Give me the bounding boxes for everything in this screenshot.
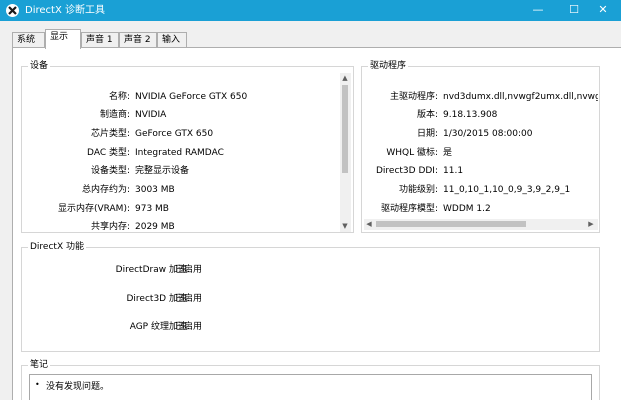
driver-row: 主驱动程序: nvd3dumx.dll,nvwgf2umx.dll,nvwgf2… xyxy=(364,90,598,104)
driver-row: 版本: 9.18.13.908 xyxy=(364,108,598,122)
agp-value: 已启用 xyxy=(175,322,203,332)
notes-legend: 笔记 xyxy=(28,359,51,371)
feature-level-label: 功能级别: xyxy=(398,185,438,195)
title-bar: DirectX 诊断工具 — ☐ ✕ xyxy=(0,0,621,21)
notes-group: 笔记 • 没有发现问题。 xyxy=(21,359,600,400)
vram-value: 973 MB xyxy=(135,204,169,214)
device-info-list[interactable]: 名称: NVIDIA GeForce GTX 650 制造商: NVIDIA 芯… xyxy=(28,73,338,232)
device-vertical-scrollbar[interactable]: ▲ ▼ xyxy=(340,73,351,232)
scroll-down-arrow-icon[interactable]: ▼ xyxy=(340,222,350,230)
vram-label: 显示内存(VRAM): xyxy=(57,204,130,214)
feature-level-value: 11_0,10_1,10_0,9_3,9_2,9_1 xyxy=(443,185,571,195)
dac-type-value: Integrated RAMDAC xyxy=(135,148,224,158)
directx-features-group: DirectX 功能 DirectDraw 加速: 已启用 Direct3D 加… xyxy=(21,241,601,352)
tab-input[interactable]: 输入 xyxy=(157,32,187,48)
window-title: DirectX 诊断工具 xyxy=(25,5,105,16)
scroll-right-arrow-icon[interactable]: ▶ xyxy=(586,220,596,228)
whql-label: WHQL 徽标: xyxy=(386,148,438,158)
driver-model-label: 驱动程序模型: xyxy=(380,204,438,214)
device-row: 芯片类型: GeForce GTX 650 xyxy=(28,127,338,141)
driver-horizontal-scrollbar[interactable]: ◀ ▶ xyxy=(364,219,598,230)
main-driver-value: nvd3dumx.dll,nvwgf2umx.dll,nvwgf2u xyxy=(443,92,598,102)
device-group-legend: 设备 xyxy=(28,60,51,72)
device-row: 设备类型: 完整显示设备 xyxy=(28,164,338,178)
device-row: DAC 类型: Integrated RAMDAC xyxy=(28,146,338,160)
driver-row: Direct3D DDI: 11.1 xyxy=(364,164,598,178)
total-memory-label: 总内存约为: xyxy=(81,185,130,195)
version-label: 版本: xyxy=(416,110,438,120)
scroll-up-arrow-icon[interactable]: ▲ xyxy=(340,74,350,82)
device-row: 总内存约为: 3003 MB xyxy=(28,183,338,197)
feature-row: DirectDraw 加速: 已启用 xyxy=(22,263,601,277)
tab-display[interactable]: 显示 xyxy=(45,29,81,49)
tab-system[interactable]: 系统 xyxy=(12,32,45,48)
chip-type-value: GeForce GTX 650 xyxy=(135,129,214,139)
chip-type-label: 芯片类型: xyxy=(90,129,130,139)
tab-sound-1[interactable]: 声音 1 xyxy=(81,32,119,48)
note-item: 没有发现问题。 xyxy=(46,382,110,392)
direct3d-value: 已启用 xyxy=(175,294,203,304)
driver-group-legend: 驱动程序 xyxy=(368,60,409,72)
main-driver-label: 主驱动程序: xyxy=(389,92,438,102)
date-label: 日期: xyxy=(416,129,438,139)
shared-memory-label: 共享内存: xyxy=(90,222,130,232)
driver-model-value: WDDM 1.2 xyxy=(443,204,491,214)
scrollbar-thumb[interactable] xyxy=(342,85,348,173)
close-button[interactable]: ✕ xyxy=(585,0,621,21)
date-value: 1/30/2015 08:00:00 xyxy=(443,129,533,139)
directdraw-value: 已启用 xyxy=(175,265,203,275)
d3d-ddi-value: 11.1 xyxy=(443,166,464,176)
driver-row: 功能级别: 11_0,10_1,10_0,9_3,9_2,9_1 xyxy=(364,183,598,197)
device-group: 设备 名称: NVIDIA GeForce GTX 650 制造商: NVIDI… xyxy=(21,60,354,233)
device-row: 显示内存(VRAM): 973 MB xyxy=(28,202,338,216)
driver-row: WHQL 徽标: 是 xyxy=(364,146,598,160)
device-row: 名称: NVIDIA GeForce GTX 650 xyxy=(28,90,338,104)
manufacturer-label: 制造商: xyxy=(99,110,130,120)
whql-value: 是 xyxy=(443,148,453,158)
directx-features-legend: DirectX 功能 xyxy=(28,241,86,253)
scrollbar-thumb[interactable] xyxy=(376,221,526,227)
device-type-label: 设备类型: xyxy=(90,166,130,176)
device-name-label: 名称: xyxy=(108,92,130,102)
manufacturer-value: NVIDIA xyxy=(135,110,167,120)
feature-row: Direct3D 加速: 已启用 xyxy=(22,292,601,306)
driver-info-list[interactable]: 主驱动程序: nvd3dumx.dll,nvwgf2umx.dll,nvwgf2… xyxy=(364,73,598,217)
total-memory-value: 3003 MB xyxy=(135,185,175,195)
device-name-value: NVIDIA GeForce GTX 650 xyxy=(135,92,248,102)
directx-app-icon xyxy=(6,4,19,17)
shared-memory-value: 2029 MB xyxy=(135,222,175,232)
device-row: 制造商: NVIDIA xyxy=(28,108,338,122)
dac-type-label: DAC 类型: xyxy=(87,148,130,158)
minimize-button[interactable]: — xyxy=(520,0,556,21)
notes-textbox[interactable]: • 没有发现问题。 xyxy=(29,374,592,400)
driver-row: 驱动程序模型: WDDM 1.2 xyxy=(364,202,598,216)
driver-group: 驱动程序 主驱动程序: nvd3dumx.dll,nvwgf2umx.dll,n… xyxy=(361,60,600,233)
d3d-ddi-label: Direct3D DDI: xyxy=(375,166,438,176)
device-type-value: 完整显示设备 xyxy=(135,166,190,176)
device-row: 共享内存: 2029 MB xyxy=(28,220,338,232)
bullet-icon: • xyxy=(35,380,40,389)
tab-sound-2[interactable]: 声音 2 xyxy=(119,32,157,48)
version-value: 9.18.13.908 xyxy=(443,110,498,120)
scroll-left-arrow-icon[interactable]: ◀ xyxy=(364,220,374,228)
feature-row: AGP 纹理加速: 已启用 xyxy=(22,320,601,334)
driver-row: 日期: 1/30/2015 08:00:00 xyxy=(364,127,598,141)
